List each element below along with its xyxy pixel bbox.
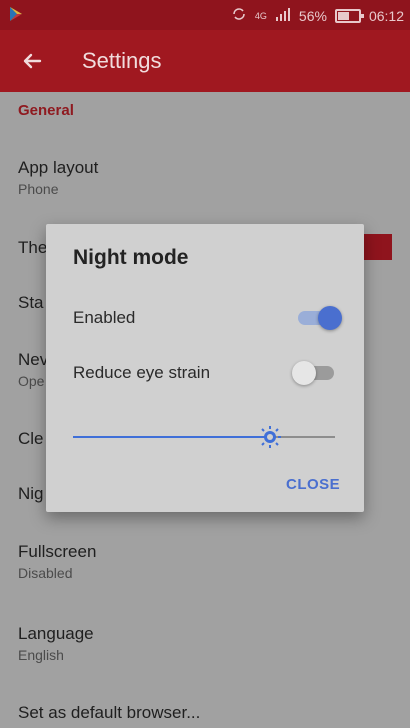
app-bar: Settings <box>0 30 410 92</box>
status-icons: 4G 56% 06:12 <box>231 6 404 25</box>
pref-app-layout[interactable]: App layout Phone <box>18 158 98 197</box>
play-store-icon <box>8 6 24 27</box>
status-bar: 4G 56% 06:12 <box>0 0 410 30</box>
clock: 06:12 <box>368 7 404 24</box>
battery-percent: 56% <box>298 7 327 24</box>
pref-title: Nev <box>18 350 49 369</box>
pref-value: Phone <box>18 181 59 197</box>
pref-default-browser[interactable]: Set as default browser... <box>18 703 200 723</box>
brightness-slider[interactable] <box>73 422 335 452</box>
close-button[interactable]: CLOSE <box>286 476 340 493</box>
enabled-label: Enabled <box>73 308 136 327</box>
pref-title: Cle <box>18 429 44 448</box>
theme-color-swatch <box>364 234 392 260</box>
rotate-icon <box>231 6 247 25</box>
pref-start[interactable]: Sta <box>18 293 44 313</box>
pref-night-mode[interactable]: Nig <box>18 484 44 504</box>
pref-clear[interactable]: Cle <box>18 429 44 449</box>
pref-title: App layout <box>18 158 99 177</box>
reduce-eye-strain-label: Reduce eye strain <box>73 363 211 382</box>
pref-title: Language <box>18 624 94 643</box>
battery-icon <box>334 8 364 23</box>
pref-new-tab[interactable]: Nev Ope <box>18 350 48 389</box>
signal-icon <box>275 7 291 24</box>
reduce-eye-strain-toggle[interactable] <box>292 358 340 388</box>
pref-language[interactable]: Language English <box>18 624 94 663</box>
back-arrow-icon[interactable] <box>18 47 46 75</box>
enabled-toggle[interactable] <box>298 303 342 333</box>
pref-theme[interactable]: The <box>18 238 47 258</box>
pref-value: English <box>18 647 64 663</box>
pref-title: Fullscreen <box>18 542 97 561</box>
page-title: Settings <box>82 48 162 73</box>
slider-fill <box>73 436 270 438</box>
night-mode-dialog: Night mode Enabled Reduce eye strain CLO… <box>46 224 364 512</box>
pref-value: Ope <box>18 373 45 389</box>
pref-title: Nig <box>18 484 44 503</box>
dialog-title: Night mode <box>73 246 189 269</box>
pref-value: Disabled <box>18 565 73 581</box>
section-header-general: General <box>18 102 74 119</box>
pref-fullscreen[interactable]: Fullscreen Disabled <box>18 542 96 581</box>
pref-title: Sta <box>18 293 44 312</box>
pref-title: The <box>18 238 48 257</box>
pref-title: Set as default browser... <box>18 703 201 722</box>
brightness-icon[interactable] <box>258 425 282 449</box>
network-label: 4G <box>254 10 267 21</box>
